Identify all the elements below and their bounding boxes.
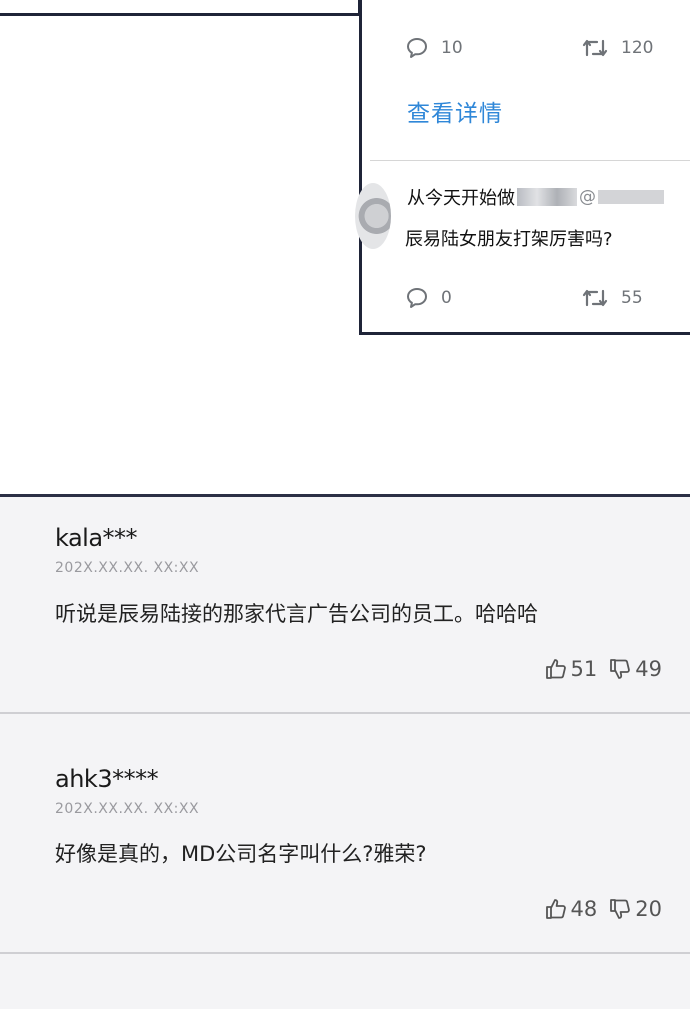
comment-username[interactable]: kala*** (55, 524, 138, 552)
like-count: 48 (570, 897, 598, 921)
reply-count: 10 (441, 38, 463, 58)
tweet-divider (370, 160, 690, 161)
reply-icon (407, 38, 427, 58)
retweet-icon (582, 289, 608, 307)
tweet-handle: @ (579, 187, 596, 207)
blurred-name (517, 188, 577, 206)
tweet-author-name: 从今天开始做 (407, 188, 515, 209)
reply-stat[interactable]: 0 (405, 286, 452, 310)
comment-date: 202X.XX.XX. XX:XX (55, 560, 200, 576)
thumbs-down-icon[interactable] (609, 658, 631, 680)
retweet-count: 120 (621, 38, 654, 58)
thumbs-down-icon[interactable] (609, 898, 631, 920)
comment-text: 好像是真的，MD公司名字叫什么?雅荣? (55, 842, 427, 866)
blurred-handle (598, 190, 664, 204)
retweet-stat[interactable]: 55 (581, 286, 643, 310)
tweet-author-line: 从今天开始做 @ (407, 184, 666, 210)
tweet-text: 辰易陆女朋友打架厉害吗? (405, 229, 613, 250)
thumbs-up-icon[interactable] (545, 898, 567, 920)
retweet-stat[interactable]: 120 (581, 36, 653, 60)
reply-stat[interactable]: 10 (405, 36, 463, 60)
dislike-count: 49 (635, 657, 662, 681)
comment-username[interactable]: ahk3**** (55, 765, 159, 793)
dislike-count: 20 (635, 897, 662, 921)
like-count: 51 (570, 657, 598, 681)
comic-panel-top: 10 120 查看详情 从今天开始做 @ 辰易陆女朋友打架厉害吗? 0 55 (0, 0, 690, 497)
comment-votes: 51 49 (545, 657, 662, 681)
retweet-icon (582, 39, 608, 57)
comment-votes: 48 20 (545, 897, 662, 921)
comment-section: kala*** 202X.XX.XX. XX:XX 听说是辰易陆接的那家代言广告… (0, 494, 690, 1009)
comment-date: 202X.XX.XX. XX:XX (55, 801, 200, 817)
comment-text: 听说是辰易陆接的那家代言广告公司的员工。哈哈哈 (55, 602, 538, 626)
reply-icon (407, 288, 427, 308)
view-details-link[interactable]: 查看详情 (407, 94, 503, 128)
reply-count: 0 (441, 288, 452, 308)
comment-item: kala*** 202X.XX.XX. XX:XX 听说是辰易陆接的那家代言广告… (0, 497, 690, 713)
comic-frame-left (0, 0, 361, 16)
thumbs-up-icon[interactable] (545, 658, 567, 680)
avatar[interactable] (355, 183, 391, 249)
retweet-count: 55 (621, 288, 643, 308)
comment-divider (0, 952, 690, 954)
comment-item: ahk3**** 202X.XX.XX. XX:XX 好像是真的，MD公司名字叫… (0, 714, 690, 953)
